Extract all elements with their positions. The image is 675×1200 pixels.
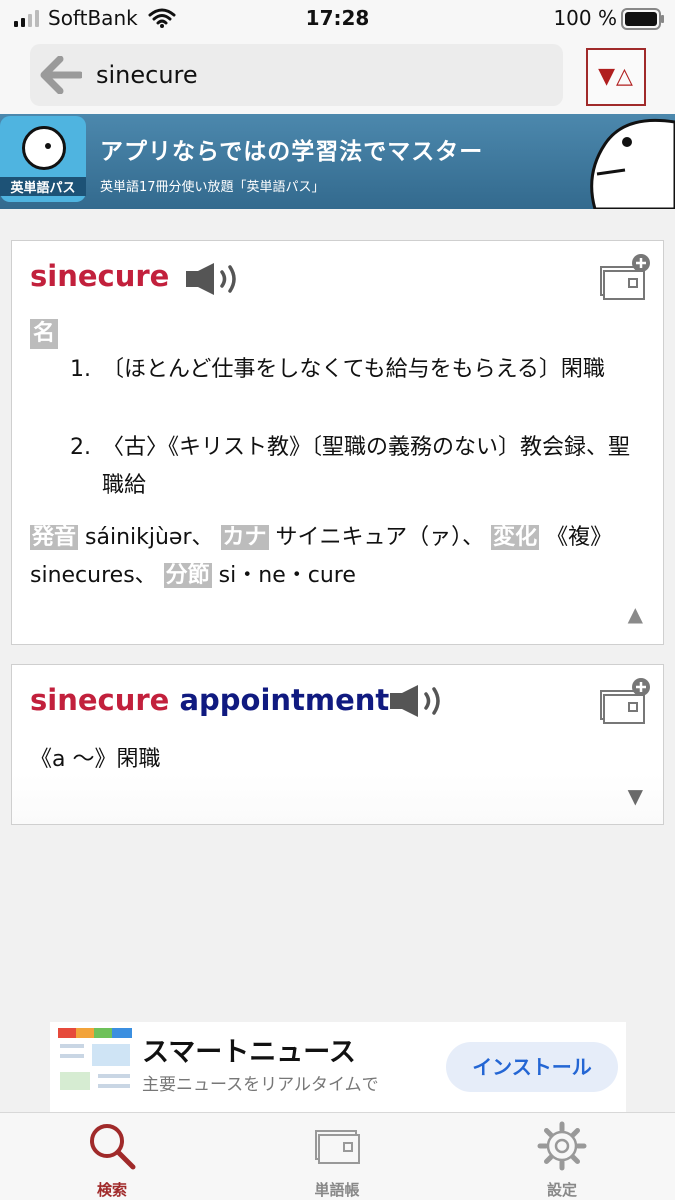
- battery-percentage: 100 %: [553, 6, 617, 30]
- add-to-wordbook-icon[interactable]: [599, 253, 651, 301]
- sense-text: 〈古〉《キリスト教》〔聖職の義務のない〕教会録、聖職給: [102, 435, 631, 498]
- sense-item: 1. 〔ほとんど仕事をしなくても給与をもらえる〕閑職: [70, 351, 640, 389]
- tab-bar: 検索 単語帳 設定: [0, 1112, 675, 1200]
- status-bar: SoftBank 17:28 100 %: [0, 0, 675, 38]
- kana-label: カナ: [220, 525, 269, 550]
- banner-subtitle: 英単語17冊分使い放題「英単語パス」: [100, 180, 325, 195]
- meaning-text: 《a ～》閑職: [30, 747, 161, 772]
- install-button[interactable]: インストール: [446, 1042, 618, 1092]
- signal-icon: [14, 10, 39, 27]
- sense-number: 1.: [70, 357, 91, 382]
- mascot-face-icon: [22, 126, 66, 170]
- headword: sinecure: [30, 259, 170, 293]
- wordbook-icon: [315, 1130, 360, 1164]
- entry-card[interactable]: sinecure 名 1. 〔ほとんど仕事をしなくても給与をもらえる〕閑職 2.…: [11, 240, 664, 645]
- battery-icon: [621, 8, 664, 30]
- gear-icon: [537, 1121, 587, 1171]
- tab-label: 設定: [546, 1181, 577, 1199]
- inflection-label: 変化: [491, 525, 540, 550]
- sense-text: 〔ほとんど仕事をしなくても給与をもらえる〕閑職: [102, 357, 605, 382]
- promo-banner[interactable]: 英単語パス アプリならではの学習法でマスター 英単語17冊分使い放題「英単語パス…: [0, 114, 675, 209]
- add-to-wordbook-icon[interactable]: [599, 677, 651, 725]
- search-input[interactable]: sinecure: [30, 44, 563, 106]
- ad-title: スマートニュース: [142, 1037, 356, 1068]
- sort-down-glyph: ▼: [598, 64, 616, 89]
- pronunciation-info: 発音 sáinikjùər、 カナ サイニキュア（ァ）、 変化 《複》sinec…: [30, 519, 650, 595]
- banner-title: アプリならではの学習法でマスター: [100, 139, 484, 165]
- pronunciation-label: 発音: [30, 525, 79, 550]
- fade-overlay: [12, 774, 663, 824]
- sort-up-glyph: △: [616, 64, 634, 89]
- carrier-name: SoftBank: [48, 6, 138, 30]
- syllables: si・ne・cure: [218, 563, 356, 588]
- app-logo: 英単語パス: [0, 116, 86, 202]
- collapse-arrow-icon[interactable]: ▲: [628, 602, 643, 626]
- kana-reading: サイニキュア（ァ）、: [275, 525, 485, 550]
- tab-label: 単語帳: [314, 1181, 360, 1199]
- speaker-icon[interactable]: [388, 683, 446, 719]
- headword-first: sinecure: [30, 683, 170, 717]
- tab-wordbook[interactable]: 単語帳: [267, 1113, 407, 1200]
- search-query[interactable]: sinecure: [96, 61, 198, 89]
- tab-label: 検索: [96, 1181, 127, 1199]
- pronunciation: sáinikjùər、: [85, 525, 214, 550]
- part-of-speech-tag: 名: [30, 319, 59, 349]
- headword: sinecure appointment: [30, 683, 389, 717]
- sense-number: 2.: [70, 435, 91, 460]
- tab-search[interactable]: 検索: [42, 1113, 182, 1200]
- search-header: sinecure ▼△: [0, 38, 675, 114]
- app-logo-label: 英単語パス: [0, 177, 86, 196]
- tab-settings[interactable]: 設定: [492, 1113, 632, 1200]
- syllable-label: 分節: [163, 563, 212, 588]
- sort-order-button[interactable]: ▼△: [586, 48, 646, 106]
- ad-subtitle: 主要ニュースをリアルタイムで: [142, 1075, 379, 1095]
- wifi-icon: [148, 8, 176, 28]
- mascot-icon: [590, 118, 675, 209]
- back-arrow-icon[interactable]: [40, 56, 82, 94]
- headword-rest: appointment: [179, 683, 390, 717]
- sense-item: 2. 〈古〉《キリスト教》〔聖職の義務のない〕教会録、聖職給: [70, 429, 640, 505]
- speaker-icon[interactable]: [184, 261, 242, 297]
- smartnews-app-icon: [58, 1028, 132, 1090]
- search-icon: [90, 1124, 136, 1170]
- ad-banner[interactable]: スマートニュース 主要ニュースをリアルタイムで インストール: [50, 1022, 626, 1112]
- entry-card[interactable]: sinecure appointment 《a ～》閑職 ▼: [11, 664, 664, 825]
- expand-arrow-icon[interactable]: ▼: [628, 784, 643, 808]
